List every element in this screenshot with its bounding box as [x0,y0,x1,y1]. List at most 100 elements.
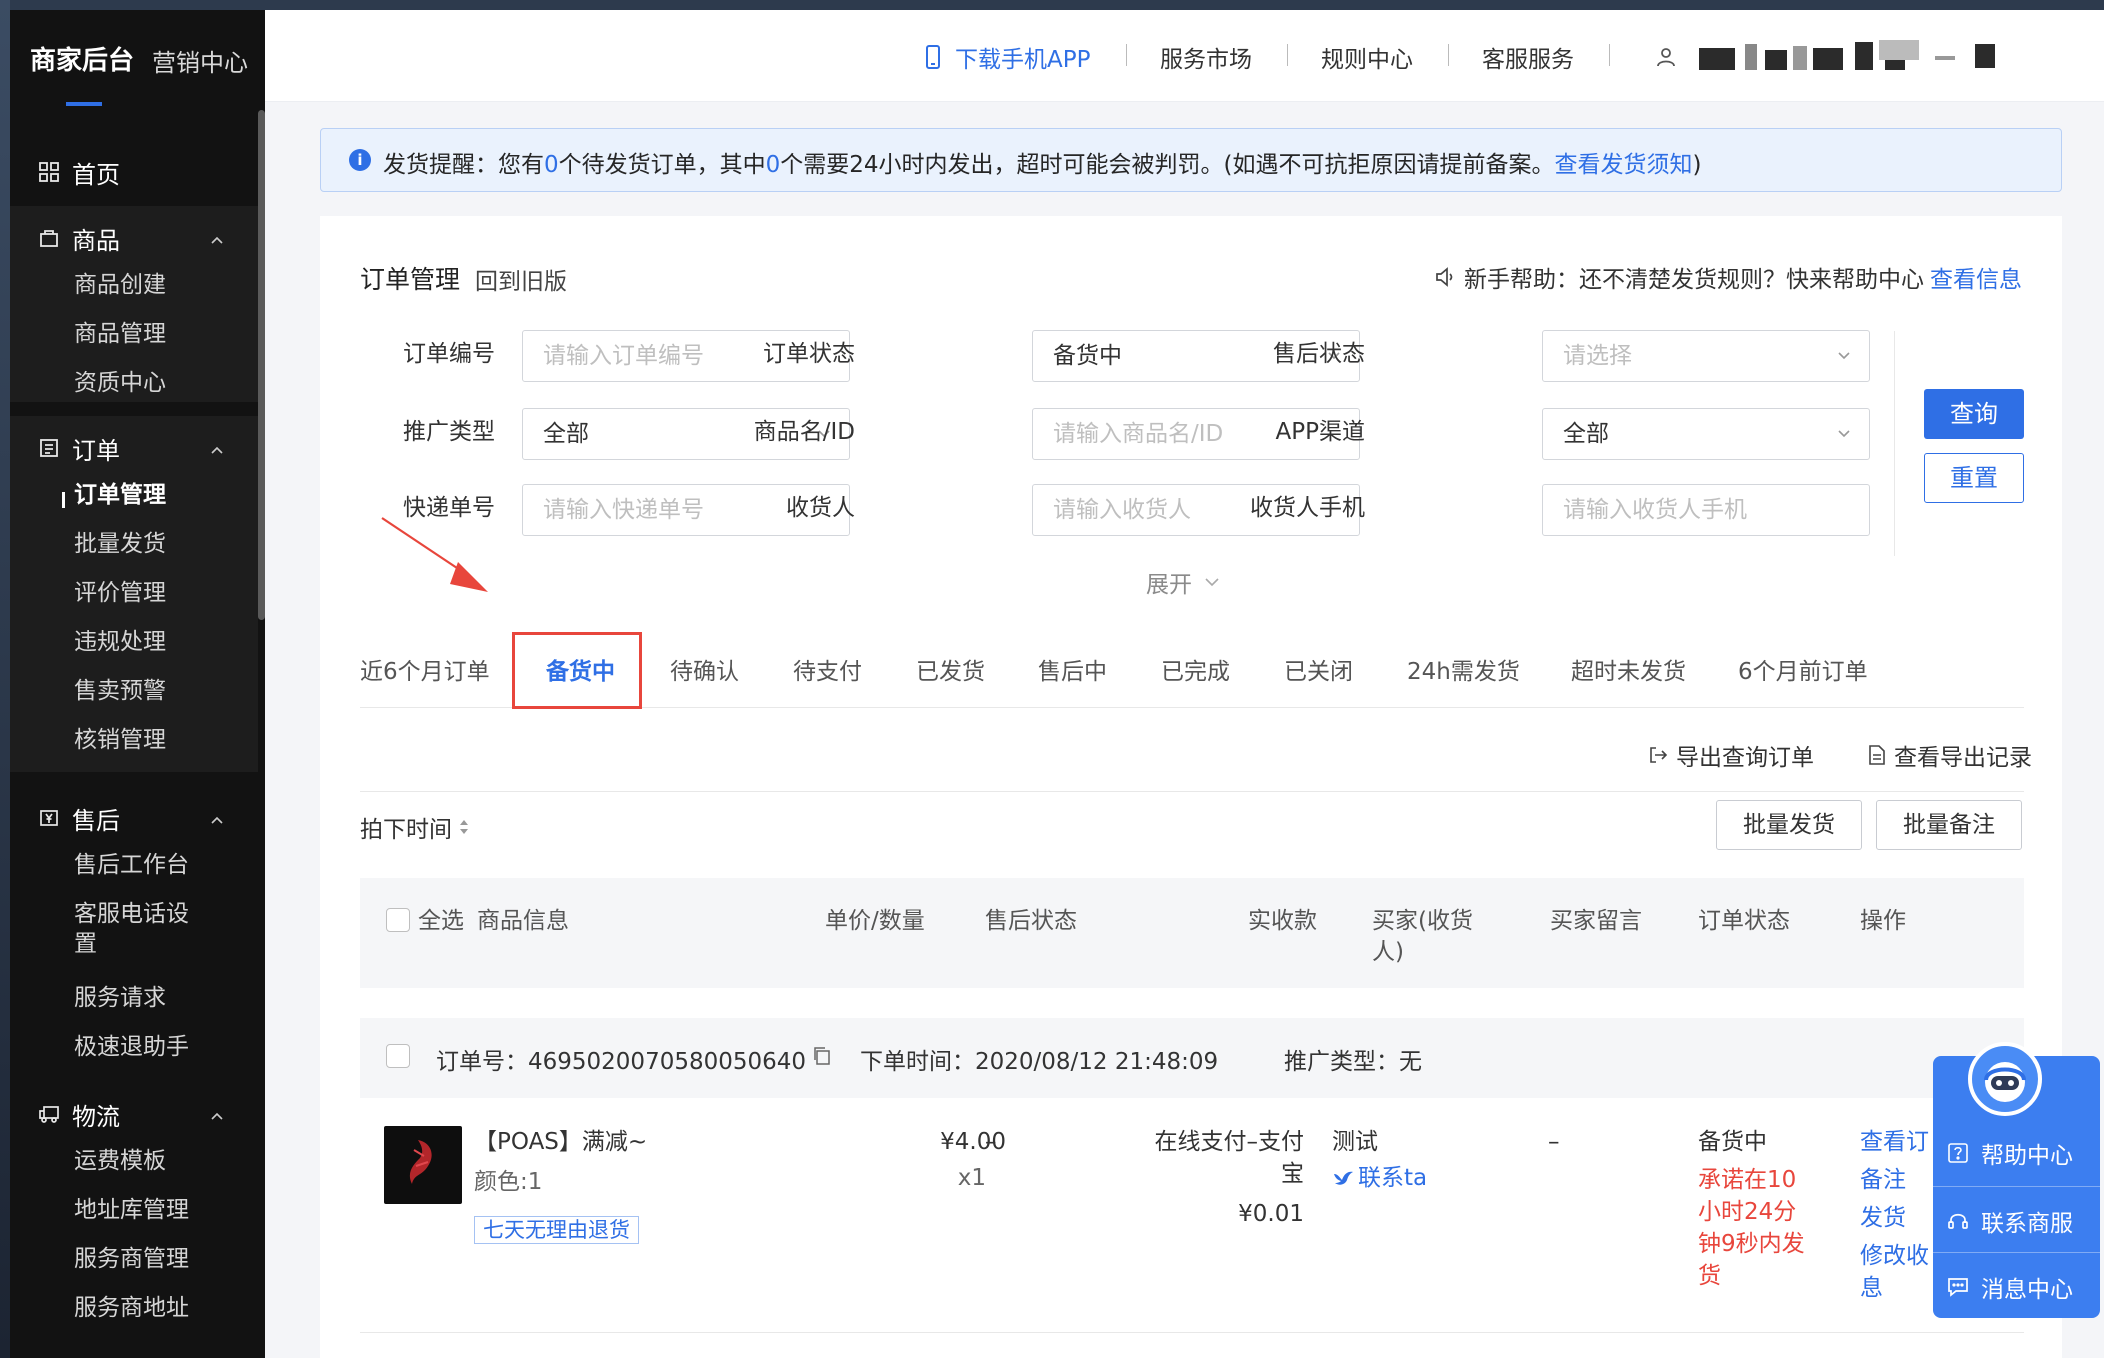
promo-type-label: 推广类型 [403,419,495,445]
message-center-button[interactable]: 消息中心 [1947,1270,2073,1304]
sidebar-item-goods-create[interactable]: 商品创建 [74,270,166,300]
export-toolbar: 导出查询订单 查看导出记录 [360,708,2032,792]
sidebar-item-orders[interactable]: 订单 [38,428,120,468]
chevron-up-icon[interactable] [210,443,224,457]
order-checkbox[interactable] [386,1044,410,1068]
download-app-link[interactable]: 下载手机APP [955,40,1090,74]
seven-day-return-badge: 七天无理由退货 [474,1216,639,1244]
contact-buyer-link[interactable]: 联系ta [1332,1162,1427,1194]
product-thumbnail[interactable] [384,1126,462,1204]
ship-promise: 承诺在10 小时24分 钟9秒内发货 [1698,1167,1805,1289]
col-buyer-msg: 买家留言 [1550,908,1642,934]
sidebar-group-goods: 商品 商品创建 商品管理 资质中心 [10,206,258,402]
bird-icon [1334,1171,1353,1185]
chevron-up-icon[interactable] [210,813,224,827]
sidebar-item-provider-manage[interactable]: 服务商管理 [74,1244,189,1274]
sidebar-item-after-workbench[interactable]: 售后工作台 [74,850,189,880]
edit-address-link[interactable]: 修改收息 [1860,1240,1929,1304]
sidebar-item-reviews[interactable]: 评价管理 [74,578,166,608]
sidebar-item-goods-manage[interactable]: 商品管理 [74,319,166,349]
sidebar-item-freight[interactable]: 运费模板 [74,1146,166,1176]
col-action: 操作 [1860,908,1906,934]
receiver-phone-input[interactable]: 请输入收货人手机 [1542,484,1870,536]
query-button[interactable]: 查询 [1924,389,2024,439]
user-name-redacted[interactable] [1695,38,2005,74]
help-center-button[interactable]: 帮助中心 [1947,1136,2073,1170]
sidebar-item-batch-ship[interactable]: 批量发货 [74,529,166,559]
sidebar-item-service-request[interactable]: 服务请求 [74,983,166,1013]
sidebar-item-logistics[interactable]: 物流 [38,1094,120,1134]
sidebar-item-order-manage[interactable]: 订单管理 [74,480,166,510]
tab-recent-6-months[interactable]: 近6个月订单 [360,652,490,686]
batch-note-button[interactable]: 批量备注 [1876,800,2022,850]
export-orders-button[interactable]: 导出查询订单 [1648,738,1814,772]
after-status-select[interactable]: 请选择 [1542,330,1870,382]
sidebar-item-home[interactable]: 首页 [38,152,120,192]
sidebar-item-fast-refund[interactable]: 极速退助手 [74,1032,189,1062]
tab-after-sale[interactable]: 售后中 [1038,652,1107,686]
tab-24h-ship[interactable]: 24h需发货 [1407,652,1520,686]
view-order-link[interactable]: 查看订 [1860,1126,1929,1158]
tab-closed[interactable]: 已关闭 [1284,652,1353,686]
annotation-arrow [381,517,488,592]
user-icon[interactable] [1655,46,1677,68]
view-info-link[interactable]: 查看信息 [1930,260,2022,294]
col-order-status: 订单状态 [1698,908,1790,934]
export-log-button[interactable]: 查看导出记录 [1868,738,2032,772]
sidebar-item-violations[interactable]: 违规处理 [74,627,166,657]
divider [1448,44,1449,66]
after-sale-status: – [985,1129,997,1155]
tab-completed[interactable]: 已完成 [1161,652,1230,686]
ship-link[interactable]: 发货 [1860,1202,1906,1234]
note-link[interactable]: 备注 [1860,1164,1906,1196]
document-icon [1869,745,1885,765]
speaker-icon [1436,267,1453,287]
app-channel-select[interactable]: 全部 [1542,408,1870,460]
truck-icon [38,1103,60,1125]
shipping-guide-link[interactable]: 查看发货须知 [1555,152,1693,178]
assistant-avatar-icon[interactable] [1968,1042,2042,1116]
order-promo-type: 推广类型：无 [1284,1049,1422,1075]
sidebar-item-cs-phone[interactable]: 客服电话设 [74,899,189,929]
paid-amount: ¥0.01 [1238,1201,1304,1227]
sidebar-scrollbar[interactable] [258,110,265,620]
batch-ship-button[interactable]: 批量发货 [1716,800,1862,850]
rules-center-link[interactable]: 规则中心 [1321,40,1413,74]
service-market-link[interactable]: 服务市场 [1160,40,1252,74]
brand-active-indicator [66,102,102,106]
tab-overdue[interactable]: 超时未发货 [1571,652,1686,686]
chevron-up-icon[interactable] [210,1109,224,1123]
reset-button[interactable]: 重置 [1924,453,2024,503]
product-title[interactable]: 【POAS】满减~ [474,1126,647,1158]
col-goods-info: 商品信息 [477,908,569,934]
sidebar-item-cs-phone-cont[interactable]: 置 [74,929,97,959]
chevron-up-icon[interactable] [210,233,224,247]
window-edge [0,0,10,1358]
col-after-status: 售后状态 [985,908,1077,934]
sidebar-item-provider-address[interactable]: 服务商地址 [74,1293,189,1323]
sidebar-item-sale-warning[interactable]: 售卖预警 [74,676,166,706]
expand-filters-toggle[interactable]: 展开 [1146,565,1220,599]
sidebar-item-label: 售后 [72,806,120,835]
select-all-checkbox[interactable] [386,908,410,932]
sidebar-item-goods[interactable]: 商品 [38,218,120,258]
tab-shipped[interactable]: 已发货 [916,652,985,686]
col-select-all: 全选 [418,908,464,934]
copy-icon[interactable] [812,1046,832,1066]
sidebar-item-address-lib[interactable]: 地址库管理 [74,1195,189,1225]
customer-service-link[interactable]: 客服服务 [1482,40,1574,74]
order-time: 下单时间：2020/08/12 21:48:09 [860,1049,1219,1075]
row-divider [360,1332,2024,1333]
tab-to-confirm[interactable]: 待确认 [670,652,739,686]
brand-title[interactable]: 商家后台 [30,40,134,77]
sort-by-time[interactable]: 拍下时间 [360,810,470,844]
contact-service-button[interactable]: 联系商服 [1947,1204,2073,1238]
sidebar-item-verification[interactable]: 核销管理 [74,725,166,755]
sidebar-item-qualification[interactable]: 资质中心 [74,368,166,398]
old-version-link[interactable]: 回到旧版 [475,262,567,296]
tab-older-6-months[interactable]: 6个月前订单 [1738,652,1868,686]
brand-marketing-link[interactable]: 营销中心 [152,43,248,78]
sidebar-item-after-sale[interactable]: 售后 [38,798,120,838]
tab-preparing[interactable]: 备货中 [546,652,615,686]
tab-to-pay[interactable]: 待支付 [793,652,862,686]
